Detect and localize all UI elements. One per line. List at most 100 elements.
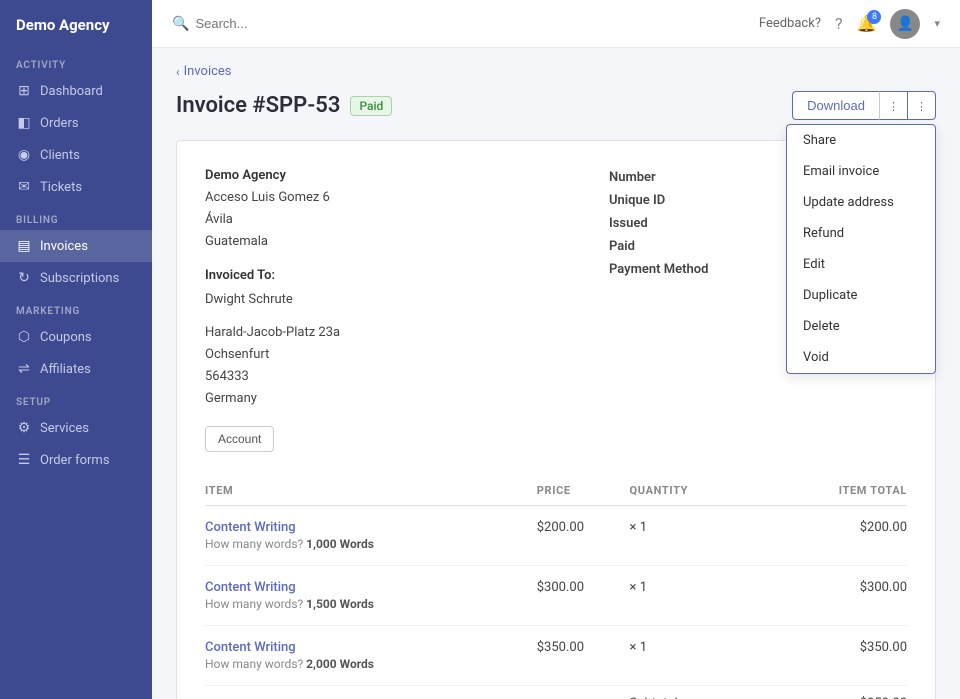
col-price: PRICE: [537, 476, 630, 506]
more-button[interactable]: ⋮: [908, 91, 936, 120]
sidebar-item-label: Tickets: [40, 180, 82, 195]
to-country: Germany: [205, 388, 340, 410]
sidebar-item-label: Clients: [40, 148, 80, 163]
sidebar-item-label: Subscriptions: [40, 271, 119, 286]
sidebar-item-services[interactable]: ⚙ Services: [0, 412, 152, 444]
section-billing: BILLING: [0, 203, 152, 230]
sidebar-item-order-forms[interactable]: ☰ Order forms: [0, 444, 152, 476]
breadcrumb-parent[interactable]: Invoices: [184, 64, 232, 79]
dropdown-menu: Share Email invoice Update address Refun…: [786, 124, 936, 374]
section-activity: ACTIVITY: [0, 48, 152, 75]
item-cell-2: Content Writing How many words? 2,000 Wo…: [205, 625, 537, 685]
invoice-from: Demo Agency Acceso Luis Gomez 6 Ávila Gu…: [205, 165, 340, 452]
section-marketing: MARKETING: [0, 294, 152, 321]
item-name-2[interactable]: Content Writing: [205, 640, 537, 655]
main-content: 🔍 Feedback? ? 🔔 8 👤 ▾ ‹ Invoices Invoice…: [152, 0, 960, 699]
sidebar-item-coupons[interactable]: ⬡ Coupons: [0, 321, 152, 353]
topbar-right: Feedback? ? 🔔 8 👤 ▾: [759, 9, 940, 39]
menu-item-delete[interactable]: Delete: [787, 311, 935, 342]
page-header: Invoice #SPP-53 Paid Download ⋮ ⋮ Share …: [176, 91, 936, 120]
item-name-1[interactable]: Content Writing: [205, 580, 537, 595]
notification-badge: 8: [867, 10, 881, 24]
download-button[interactable]: Download: [792, 91, 879, 120]
sidebar-item-affiliates[interactable]: ⇌ Affiliates: [0, 353, 152, 385]
to-zip: 564333: [205, 366, 340, 388]
sidebar-item-label: Invoices: [40, 239, 88, 254]
sidebar-item-label: Orders: [40, 116, 79, 131]
split-icon: ⋮: [888, 101, 899, 113]
items-table: ITEM PRICE QUANTITY ITEM TOTAL Content W…: [205, 476, 907, 699]
app-logo: Demo Agency: [0, 0, 152, 48]
table-row: Content Writing How many words? 2,000 Wo…: [205, 625, 907, 685]
subtotal-value: $850.00: [745, 685, 907, 699]
menu-item-refund[interactable]: Refund: [787, 218, 935, 249]
account-button[interactable]: Account: [205, 426, 274, 452]
coupons-icon: ⬡: [16, 329, 32, 345]
tickets-icon: ✉: [16, 179, 32, 195]
search-input[interactable]: [195, 16, 375, 31]
section-setup: SETUP: [0, 385, 152, 412]
from-address1: Acceso Luis Gomez 6: [205, 187, 340, 209]
more-icon: ⋮: [916, 101, 927, 113]
notifications-icon[interactable]: 🔔 8: [857, 14, 877, 33]
sidebar-item-label: Affiliates: [40, 362, 91, 377]
from-city: Ávila: [205, 209, 340, 231]
header-actions: Download ⋮ ⋮ Share Email invoice Update …: [792, 91, 936, 120]
order-forms-icon: ☰: [16, 452, 32, 468]
item-cell-0: Content Writing How many words? 1,000 Wo…: [205, 505, 537, 565]
to-address1: Harald-Jacob-Platz 23a: [205, 322, 340, 344]
to-name: Dwight Schrute: [205, 289, 340, 311]
item-detail-2: How many words? 2,000 Words: [205, 657, 537, 671]
sidebar-item-invoices[interactable]: ▤ Invoices: [0, 230, 152, 262]
item-price-2: $350.00: [537, 625, 630, 685]
page-title: Invoice #SPP-53: [176, 93, 340, 118]
sidebar-item-subscriptions[interactable]: ↻ Subscriptions: [0, 262, 152, 294]
invoices-icon: ▤: [16, 238, 32, 254]
dashboard-icon: ⊞: [16, 83, 32, 99]
col-quantity: QUANTITY: [630, 476, 745, 506]
item-detail-0: How many words? 1,000 Words: [205, 537, 537, 551]
table-row: Content Writing How many words? 1,500 Wo…: [205, 565, 907, 625]
clients-icon: ◉: [16, 147, 32, 163]
page-content: ‹ Invoices Invoice #SPP-53 Paid Download…: [152, 48, 960, 699]
item-quantity-1: × 1: [630, 565, 745, 625]
item-price-1: $300.00: [537, 565, 630, 625]
col-item: ITEM: [205, 476, 537, 506]
feedback-label[interactable]: Feedback?: [759, 16, 821, 31]
company-name: Demo Agency: [205, 165, 340, 187]
sidebar: Demo Agency ACTIVITY ⊞ Dashboard ◧ Order…: [0, 0, 152, 699]
topbar: 🔍 Feedback? ? 🔔 8 👤 ▾: [152, 0, 960, 48]
item-name-0[interactable]: Content Writing: [205, 520, 537, 535]
menu-item-share[interactable]: Share: [787, 125, 935, 156]
menu-item-duplicate[interactable]: Duplicate: [787, 280, 935, 311]
item-detail-1: How many words? 1,500 Words: [205, 597, 537, 611]
sidebar-item-label: Coupons: [40, 330, 92, 345]
sidebar-item-orders[interactable]: ◧ Orders: [0, 107, 152, 139]
item-total-0: $200.00: [745, 505, 907, 565]
subtotal-row: Subtotal $850.00: [205, 685, 907, 699]
split-button[interactable]: ⋮: [879, 91, 908, 120]
chevron-left-icon: ‹: [176, 65, 180, 79]
item-price-0: $200.00: [537, 505, 630, 565]
sidebar-item-tickets[interactable]: ✉ Tickets: [0, 171, 152, 203]
breadcrumb: ‹ Invoices: [176, 64, 936, 79]
item-quantity-0: × 1: [630, 505, 745, 565]
table-row: Content Writing How many words? 1,000 Wo…: [205, 505, 907, 565]
help-icon[interactable]: ?: [835, 14, 843, 33]
menu-item-edit[interactable]: Edit: [787, 249, 935, 280]
avatar[interactable]: 👤: [890, 9, 920, 39]
affiliates-icon: ⇌: [16, 361, 32, 377]
col-item-total: ITEM TOTAL: [745, 476, 907, 506]
search-icon: 🔍: [172, 16, 189, 32]
item-quantity-2: × 1: [630, 625, 745, 685]
menu-item-update-address[interactable]: Update address: [787, 187, 935, 218]
sidebar-item-dashboard[interactable]: ⊞ Dashboard: [0, 75, 152, 107]
sidebar-item-clients[interactable]: ◉ Clients: [0, 139, 152, 171]
user-menu-chevron[interactable]: ▾: [934, 17, 940, 30]
menu-item-email-invoice[interactable]: Email invoice: [787, 156, 935, 187]
subtotal-label: Subtotal: [630, 685, 745, 699]
services-icon: ⚙: [16, 420, 32, 436]
sidebar-item-label: Services: [40, 421, 89, 436]
page-title-row: Invoice #SPP-53 Paid: [176, 93, 392, 118]
menu-item-void[interactable]: Void: [787, 342, 935, 373]
